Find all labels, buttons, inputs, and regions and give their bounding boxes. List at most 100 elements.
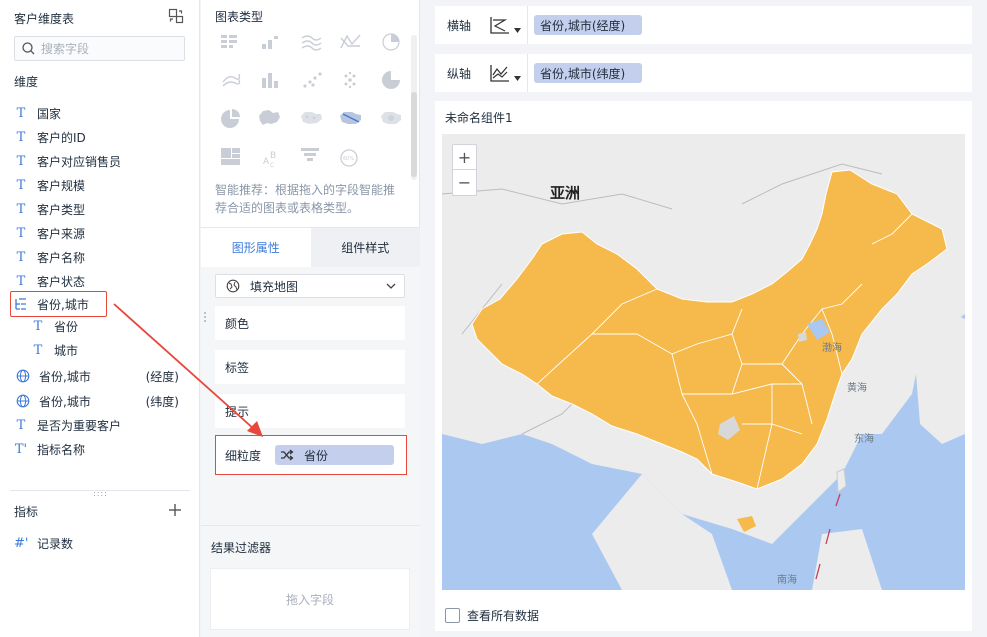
field-item[interactable]: T 客户状态 (0, 269, 199, 293)
field-label: 国家 (37, 106, 62, 121)
drill-shuffle-icon (281, 449, 294, 461)
field-search[interactable] (14, 36, 185, 61)
granularity-property[interactable]: 细粒度 省份 (215, 435, 407, 475)
chart-type-flow-map-icon[interactable] (340, 112, 361, 124)
chart-type-region-map-icon[interactable] (259, 110, 280, 125)
view-all-label: 查看所有数据 (467, 608, 540, 623)
x-axis-chart-icon[interactable] (489, 15, 511, 35)
text-type-icon: T (16, 153, 26, 169)
section-divider (10, 490, 190, 491)
field-item[interactable]: T 客户类型 (0, 197, 199, 221)
chart-type-table-icon[interactable] (221, 35, 237, 48)
field-item[interactable]: T 客户来源 (0, 221, 199, 245)
chart-type-bubble-icon[interactable] (344, 71, 356, 89)
granularity-value: 省份 (304, 448, 329, 463)
chart-type-bar-icon[interactable] (262, 36, 278, 49)
zoom-control: + − (452, 144, 477, 196)
sea-label-yellow: 黄海 (847, 383, 867, 394)
y-axis-label: 纵轴 (447, 66, 472, 81)
tooltip-property[interactable]: 提示 (215, 394, 405, 428)
geo-field[interactable]: 省份,城市 (纬度) (0, 389, 199, 413)
field-item[interactable]: T 客户规模 (0, 173, 199, 197)
label-property[interactable]: 标签 (215, 350, 405, 384)
add-measure-icon[interactable] (168, 503, 182, 517)
sea-label-east: 东海 (854, 434, 874, 445)
chart-type-gauge-icon[interactable] (221, 109, 240, 128)
chart-type-area-icon[interactable] (222, 73, 241, 87)
number-type-icon: #' (14, 535, 29, 551)
text-type-icon: T (16, 249, 26, 265)
land-mass (912, 309, 965, 444)
taiwan-region (836, 468, 847, 493)
chart-type-scatter-icon[interactable] (303, 72, 322, 88)
field-panel: 客户维度表 维度 T 国家 T 客户的ID T 客户对应销售员 T 客户规模 T 客户类型… (0, 0, 200, 637)
resize-handle[interactable]: :::: (93, 490, 107, 498)
chart-type-heat-map-icon[interactable] (381, 112, 401, 124)
chart-type-grid: ABC 60% (221, 33, 401, 169)
zoom-out-button[interactable]: − (453, 170, 476, 195)
smart-recommend-tip: 智能推荐：根据拖入的字段智能推荐合适的图表或表格类型。 (215, 183, 396, 215)
land-mass (812, 529, 882, 590)
y-axis-chart-icon[interactable] (489, 63, 511, 83)
x-axis-field-pill[interactable]: 省份,城市(经度) (534, 15, 642, 35)
globe-icon (226, 279, 240, 293)
chevron-down-icon (386, 283, 396, 289)
text-type-icon: T (16, 417, 26, 433)
filter-drop-zone[interactable]: 拖入字段 (210, 568, 410, 630)
filled-map[interactable]: + − 亚洲 渤海 黄海 东海 南海 (442, 134, 965, 590)
chart-type-funnel-icon[interactable] (301, 148, 319, 161)
chart-type-dashboard-icon[interactable]: 60% (340, 149, 358, 167)
switch-table-icon[interactable] (168, 8, 184, 24)
chart-type-rose-icon[interactable] (382, 33, 400, 51)
zoom-in-button[interactable]: + (453, 145, 476, 170)
view-all-checkbox[interactable] (445, 607, 460, 623)
hierarchy-child[interactable]: T 城市 (0, 338, 199, 362)
tab-graphic-properties[interactable]: 图形属性 (201, 228, 311, 267)
axis-divider (527, 6, 528, 44)
chart-type-radar-icon[interactable] (340, 34, 361, 49)
granularity-pill[interactable]: 省份 (275, 445, 395, 465)
chart-type-scrollbar[interactable] (411, 35, 417, 180)
globe-icon (16, 394, 30, 408)
color-property[interactable]: 颜色 (215, 306, 405, 340)
hierarchy-child[interactable]: T 省份 (0, 314, 199, 338)
chart-type-column-icon[interactable] (262, 73, 278, 88)
field-label: 省份,城市 (39, 394, 91, 409)
caret-down-icon[interactable] (514, 75, 521, 81)
field-label: 客户状态 (37, 274, 86, 289)
text-type-icon: T (33, 318, 43, 334)
field-label: 省份,城市 (39, 369, 91, 384)
chart-type-treemap-icon[interactable] (221, 148, 240, 165)
field-label: 记录数 (37, 536, 74, 551)
field-item[interactable]: T 客户名称 (0, 245, 199, 269)
svg-text:A: A (263, 157, 270, 167)
field-item[interactable]: T 客户的ID (0, 125, 199, 149)
field-item[interactable]: T 国家 (0, 101, 199, 125)
chart-type-line-icon[interactable] (301, 35, 322, 51)
chart-type-wordcloud-icon[interactable]: ABC (263, 151, 276, 169)
tab-component-style[interactable]: 组件样式 (310, 228, 420, 267)
filter-section: 结果过滤器 拖入字段 (201, 525, 420, 637)
search-input[interactable] (41, 39, 181, 58)
panel-resize-handle[interactable] (203, 311, 207, 323)
property-body: 填充地图 颜色 标签 提示 细粒度 省份 (201, 267, 420, 525)
field-item[interactable]: T 客户对应销售员 (0, 149, 199, 173)
widget-title: 未命名组件1 (445, 111, 513, 125)
field-label: 客户对应销售员 (37, 154, 122, 169)
map-type-select[interactable]: 填充地图 (215, 274, 405, 298)
measure-item[interactable]: #' 记录数 (0, 531, 199, 555)
chart-type-pie-icon[interactable] (382, 71, 400, 89)
caret-down-icon[interactable] (514, 27, 521, 33)
x-axis-label: 横轴 (447, 18, 472, 33)
field-item[interactable]: T' 指标名称 (0, 437, 199, 461)
field-label: 是否为重要客户 (37, 418, 122, 433)
scrollbar-thumb[interactable] (411, 92, 417, 177)
globe-icon (16, 369, 30, 383)
y-axis-field-pill[interactable]: 省份,城市(纬度) (534, 63, 642, 83)
axis-divider (527, 54, 528, 92)
geo-field[interactable]: 省份,城市 (经度) (0, 364, 199, 388)
chart-type-point-map-icon[interactable] (301, 112, 322, 124)
field-item[interactable]: T 是否为重要客户 (0, 413, 199, 437)
chart-type-header: 图表类型 (215, 10, 264, 24)
text-type-icon: T (16, 201, 26, 217)
